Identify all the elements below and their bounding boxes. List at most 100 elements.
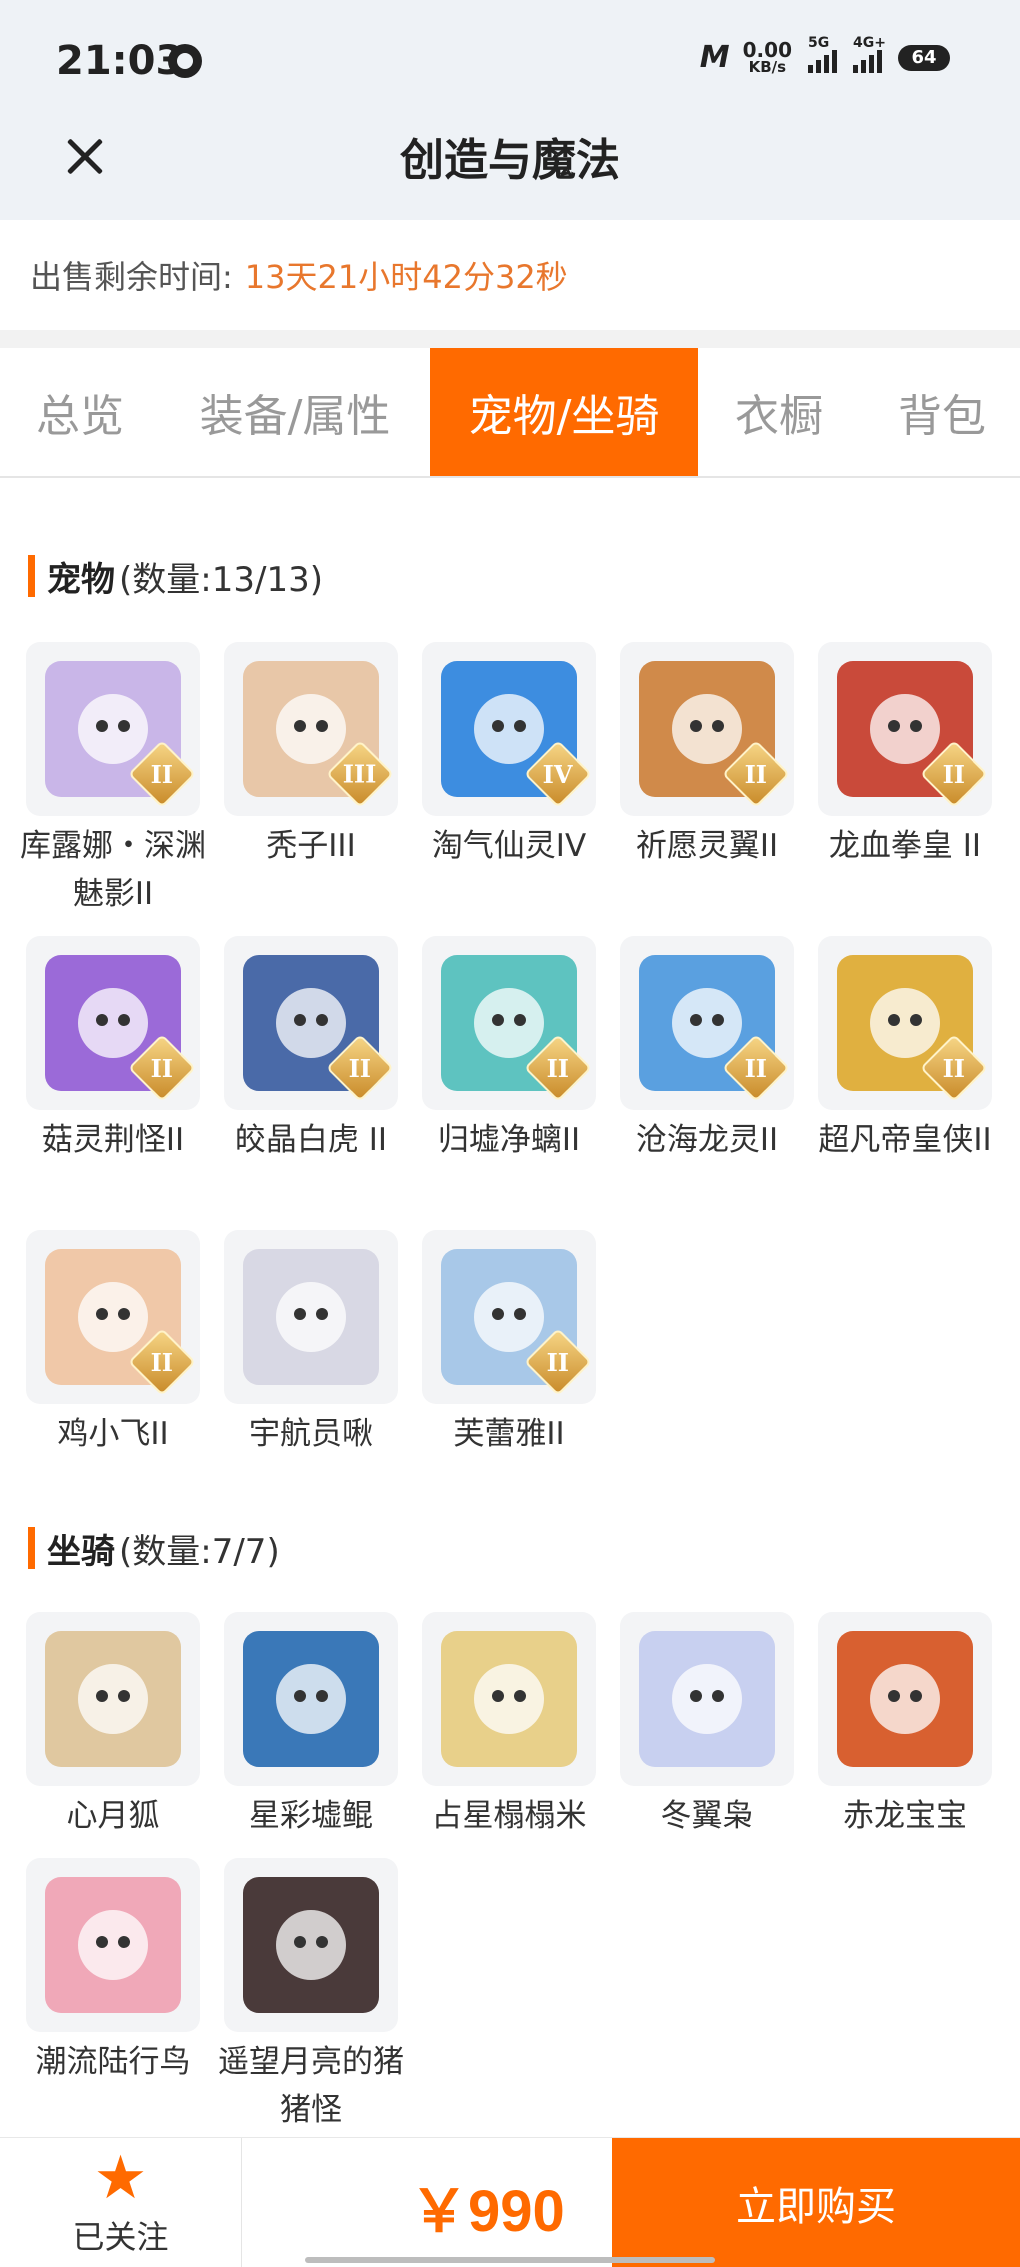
character-face-icon — [276, 1910, 346, 1980]
item-thumbnail: II — [620, 642, 794, 816]
item-name: 潮流陆行鸟 — [35, 2044, 191, 2080]
item-thumbnail — [620, 1612, 794, 1786]
signal-4g-icon: 4G+ — [853, 35, 886, 73]
item-name: 归墟净螭II — [437, 1122, 581, 1158]
character-face-icon — [78, 1910, 148, 1980]
pets-section-count: (数量:13/13) — [119, 559, 323, 600]
item-card[interactable]: II 祈愿灵翼II — [620, 642, 794, 870]
item-thumbnail: II — [818, 642, 992, 816]
character-face-icon — [78, 694, 148, 764]
character-face-icon — [276, 1282, 346, 1352]
rank-badge-label: II — [546, 1053, 570, 1083]
page-title: 创造与魔法 — [400, 135, 620, 186]
item-card[interactable]: 心月狐 — [26, 1612, 200, 1840]
mount-avatar-icon — [45, 1877, 181, 2013]
tab-wardrobe[interactable]: 衣橱 — [706, 348, 852, 476]
character-face-icon — [276, 694, 346, 764]
net-speed-unit: KB/s — [748, 58, 787, 76]
sync-icon — [168, 44, 202, 78]
rank-badge-label: III — [343, 759, 377, 789]
character-face-icon — [276, 1664, 346, 1734]
price: ￥990 — [410, 2179, 565, 2244]
item-card[interactable]: II 归墟净螭II — [422, 936, 596, 1164]
item-name: 库露娜・深渊魅影II — [20, 828, 206, 912]
item-card[interactable]: II 沧海龙灵II — [620, 936, 794, 1164]
item-name: 芙蕾雅II — [453, 1416, 565, 1452]
rank-badge-label: II — [744, 759, 768, 789]
item-thumbnail: II — [620, 936, 794, 1110]
item-card[interactable]: 遥望月亮的猪猪怪 — [218, 1858, 404, 2134]
item-name: 鸡小飞II — [57, 1416, 169, 1452]
item-thumbnail: II — [224, 936, 398, 1110]
item-card[interactable]: III 秃子III — [224, 642, 398, 870]
section-accent-bar — [28, 1527, 35, 1569]
item-card[interactable]: II 菇灵荆怪II — [26, 936, 200, 1164]
rank-badge-label: II — [150, 1347, 174, 1377]
character-face-icon — [474, 988, 544, 1058]
battery-icon: 64 — [898, 44, 950, 71]
rank-badge-label: II — [744, 1053, 768, 1083]
buy-now-button[interactable]: 立即购买 — [612, 2138, 1020, 2267]
mount-avatar-icon — [243, 1877, 379, 2013]
item-card[interactable]: 占星榻榻米 — [422, 1612, 596, 1840]
item-name: 遥望月亮的猪猪怪 — [218, 2044, 404, 2128]
tab-pets-mounts[interactable]: 宠物/坐骑 — [430, 348, 698, 476]
net-speed-value: 0.00 — [742, 38, 792, 62]
item-card[interactable]: II 鸡小飞II — [26, 1230, 200, 1458]
item-card[interactable]: IV 淘气仙灵IV — [422, 642, 596, 870]
item-name: 超凡帝皇侠II — [818, 1122, 992, 1158]
character-face-icon — [78, 1664, 148, 1734]
rank-badge-label: II — [942, 759, 966, 789]
item-card[interactable]: 宇航员啾 — [224, 1230, 398, 1458]
mounts-section-header: 坐骑 (数量:7/7) — [28, 1526, 280, 1572]
item-card[interactable]: 星彩墟鲲 — [224, 1612, 398, 1840]
item-name: 皎晶白虎 II — [234, 1122, 388, 1158]
item-name: 祈愿灵翼II — [635, 828, 779, 864]
character-face-icon — [870, 694, 940, 764]
item-thumbnail: II — [26, 936, 200, 1110]
item-card[interactable]: II 皎晶白虎 II — [224, 936, 398, 1164]
mount-avatar-icon — [45, 1631, 181, 1767]
signal-4g-label: 4G+ — [853, 34, 886, 51]
mount-avatar-icon — [243, 1631, 379, 1767]
item-card[interactable]: 冬翼枭 — [620, 1612, 794, 1840]
tab-overview[interactable]: 总览 — [0, 348, 160, 476]
follow-button[interactable]: ★ 已关注 — [0, 2138, 242, 2267]
item-thumbnail — [422, 1612, 596, 1786]
item-card[interactable]: II 库露娜・深渊魅影II — [20, 642, 206, 918]
rank-badge-label: IV — [543, 759, 573, 789]
carrier-icon: M — [699, 40, 730, 75]
item-thumbnail — [26, 1612, 200, 1786]
item-thumbnail: II — [422, 936, 596, 1110]
item-thumbnail: IV — [422, 642, 596, 816]
item-thumbnail — [224, 1858, 398, 2032]
item-card[interactable]: 赤龙宝宝 — [818, 1612, 992, 1840]
bottom-action-bar: ★ 已关注 ￥990 立即购买 — [0, 2137, 1020, 2267]
mounts-section-title: 坐骑 — [47, 1531, 115, 1572]
item-name: 龙血拳皇 II — [828, 828, 982, 864]
character-face-icon — [78, 1282, 148, 1352]
rank-badge-label: II — [150, 759, 174, 789]
item-card[interactable]: 潮流陆行鸟 — [26, 1858, 200, 2086]
item-thumbnail: II — [818, 936, 992, 1110]
sale-timer-value: 13天21小时42分32秒 — [244, 258, 568, 296]
tab-equipment[interactable]: 装备/属性 — [170, 348, 420, 476]
tab-backpack[interactable]: 背包 — [864, 348, 1020, 476]
character-face-icon — [276, 988, 346, 1058]
item-thumbnail — [224, 1612, 398, 1786]
net-speed: 0.00 KB/s — [743, 40, 792, 75]
item-thumbnail — [818, 1612, 992, 1786]
item-name: 菇灵荆怪II — [41, 1122, 185, 1158]
item-card[interactable]: II 超凡帝皇侠II — [818, 936, 992, 1164]
item-card[interactable]: II 芙蕾雅II — [422, 1230, 596, 1458]
item-thumbnail — [26, 1858, 200, 2032]
rank-badge-label: II — [546, 1347, 570, 1377]
sale-timer: 出售剩余时间: 13天21小时42分32秒 — [0, 220, 1020, 330]
divider — [0, 330, 1020, 348]
character-face-icon — [474, 1664, 544, 1734]
mount-avatar-icon — [639, 1631, 775, 1767]
item-name: 淘气仙灵IV — [431, 828, 587, 864]
item-card[interactable]: II 龙血拳皇 II — [818, 642, 992, 870]
rank-badge-label: II — [348, 1053, 372, 1083]
item-name: 占星榻榻米 — [431, 1798, 587, 1834]
